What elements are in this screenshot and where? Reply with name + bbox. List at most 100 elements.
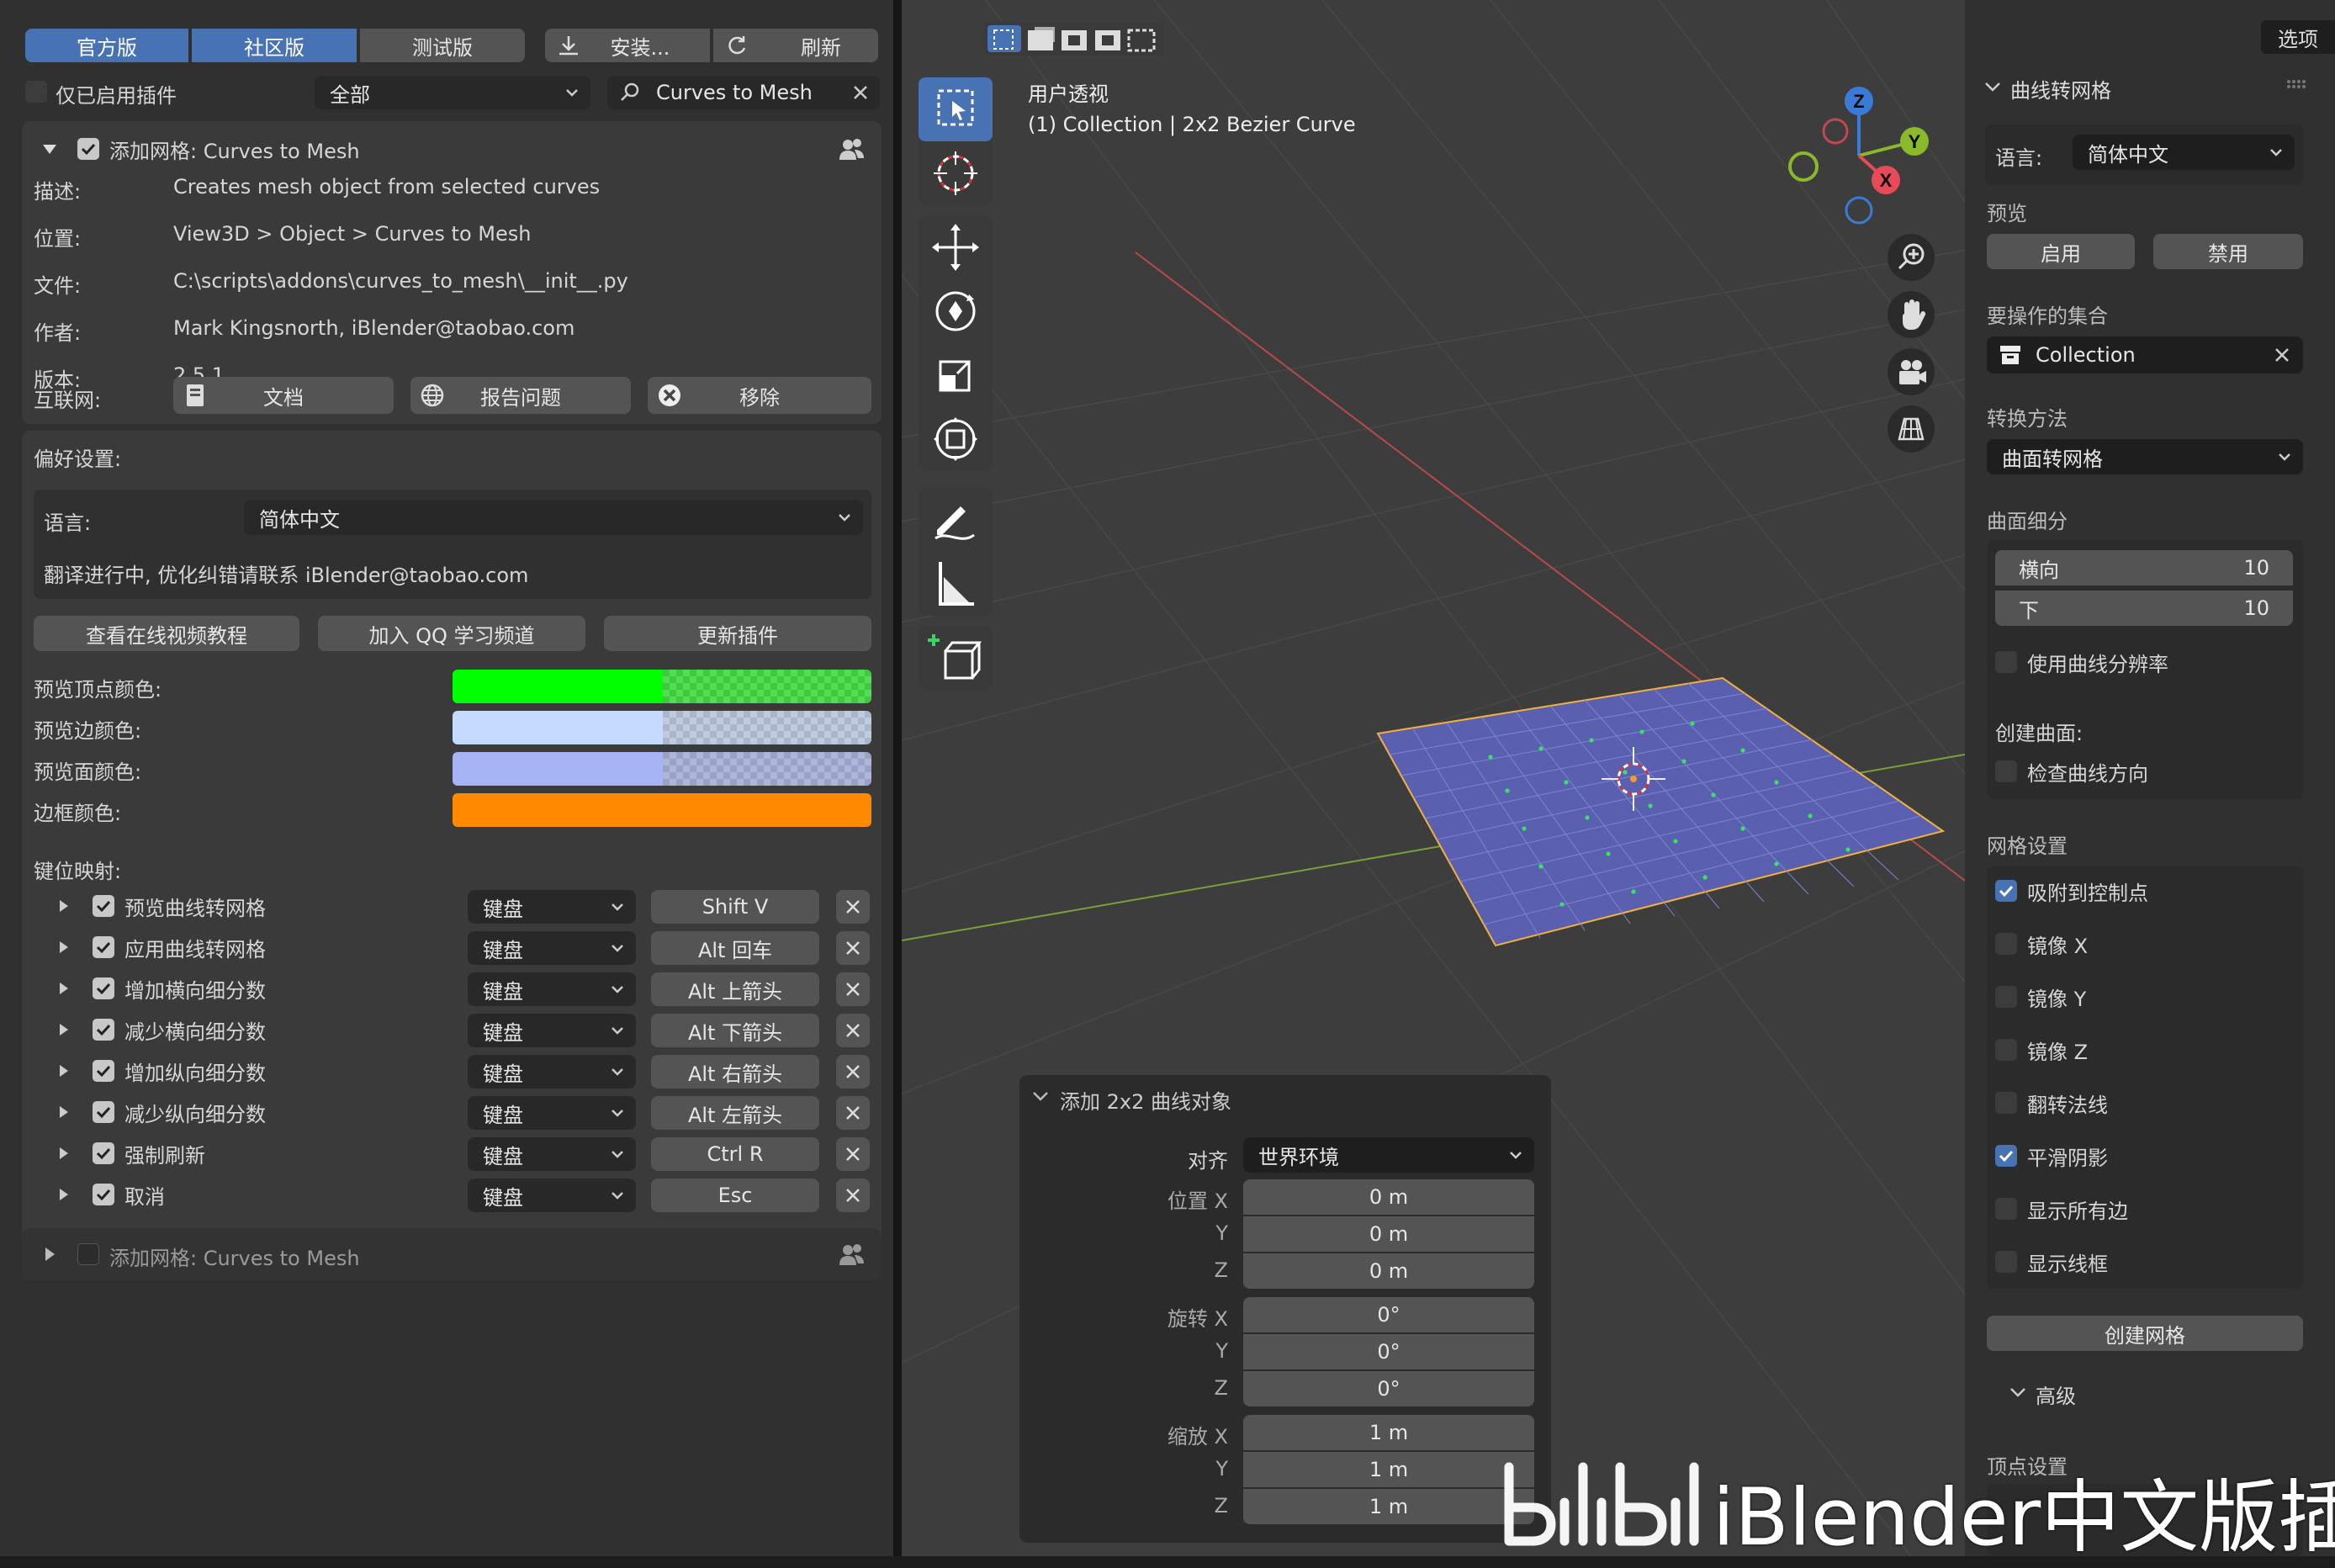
transform-tool[interactable] — [919, 407, 993, 471]
mesh-option-checkbox[interactable] — [1995, 1198, 2017, 1220]
video-tutorial-button[interactable]: 查看在线视频教程 — [34, 616, 299, 651]
keymap-expand-arrow[interactable] — [57, 981, 71, 996]
method-dropdown[interactable]: 曲面转网格 — [1987, 439, 2303, 474]
category-dropdown[interactable]: 全部 — [315, 76, 590, 109]
options-button[interactable]: 选项 — [2261, 20, 2335, 54]
join-qq-button[interactable]: 加入 QQ 学习频道 — [318, 616, 585, 651]
mesh-option-checkbox[interactable] — [1995, 1145, 2017, 1167]
mesh-option-checkbox[interactable] — [1995, 1039, 2017, 1061]
annotate-tool[interactable] — [919, 488, 993, 552]
preview-enable-button[interactable]: 启用 — [1987, 234, 2135, 269]
move-tool[interactable] — [919, 215, 993, 279]
keymap-device-dropdown[interactable]: 键盘 — [468, 931, 636, 965]
sidebar-language-dropdown[interactable]: 简体中文 — [2073, 135, 2295, 170]
keymap-key-button[interactable]: Alt 右箭头 — [651, 1055, 819, 1089]
cursor-tool[interactable] — [919, 141, 993, 205]
operator-row-value[interactable]: 0 m — [1243, 1253, 1534, 1289]
keymap-device-dropdown[interactable]: 键盘 — [468, 890, 636, 924]
panel-collapse-chevron-icon[interactable] — [1983, 77, 2002, 96]
keymap-remove-button[interactable] — [836, 1179, 870, 1212]
advanced-chevron-icon[interactable] — [2009, 1383, 2027, 1401]
operator-row-value[interactable]: 0° — [1243, 1371, 1534, 1406]
operator-panel-chevron-icon[interactable] — [1031, 1087, 1050, 1105]
keymap-key-button[interactable]: Ctrl R — [651, 1137, 819, 1171]
keymap-device-dropdown[interactable]: 键盘 — [468, 1014, 636, 1047]
clear-search-icon[interactable] — [851, 83, 870, 102]
keymap-device-dropdown[interactable]: 键盘 — [468, 1179, 636, 1212]
add-cube-tool[interactable] — [919, 626, 993, 690]
align-dropdown[interactable]: 世界环境 — [1243, 1137, 1534, 1173]
remove-button[interactable]: 移除 — [648, 377, 871, 414]
area-divider[interactable] — [893, 0, 902, 1556]
keymap-key-button[interactable]: Esc — [651, 1179, 819, 1212]
install-button[interactable]: 安装... — [545, 29, 710, 62]
keymap-remove-button[interactable] — [836, 1014, 870, 1047]
select-mode-icons[interactable] — [984, 22, 1164, 56]
tab-testing[interactable]: 测试版 — [360, 29, 525, 62]
keymap-checkbox[interactable] — [93, 1142, 114, 1164]
keymap-expand-arrow[interactable] — [57, 1146, 71, 1161]
clear-collection-icon[interactable] — [2273, 346, 2291, 364]
enabled-only-checkbox[interactable] — [25, 81, 47, 103]
keymap-checkbox[interactable] — [93, 895, 114, 917]
operator-row-value[interactable]: 1 m — [1243, 1489, 1534, 1524]
keymap-remove-button[interactable] — [836, 890, 870, 924]
keymap-device-dropdown[interactable]: 键盘 — [468, 1055, 636, 1089]
keymap-checkbox[interactable] — [93, 1184, 114, 1205]
panel-drag-handle-icon[interactable] — [2286, 79, 2306, 89]
keymap-checkbox[interactable] — [93, 1019, 114, 1041]
mesh-option-checkbox[interactable] — [1995, 880, 2017, 902]
rotate-tool[interactable] — [919, 279, 993, 343]
color-swatch[interactable] — [453, 711, 871, 744]
keymap-expand-arrow[interactable] — [57, 898, 71, 914]
color-swatch[interactable] — [453, 793, 871, 827]
search-input[interactable]: Curves to Mesh — [607, 76, 880, 109]
mesh-option-checkbox[interactable] — [1995, 933, 2017, 955]
keymap-device-dropdown[interactable]: 键盘 — [468, 972, 636, 1006]
horizontal-subdiv-field[interactable]: 横向 10 — [1995, 550, 2293, 585]
keymap-device-dropdown[interactable]: 键盘 — [468, 1137, 636, 1171]
check-curve-direction-checkbox[interactable] — [1995, 760, 2017, 782]
zoom-icon[interactable] — [1888, 234, 1935, 281]
operator-row-value[interactable]: 0 m — [1243, 1179, 1534, 1215]
refresh-button[interactable]: 刷新 — [713, 29, 878, 62]
keymap-remove-button[interactable] — [836, 1055, 870, 1089]
keymap-remove-button[interactable] — [836, 972, 870, 1006]
keymap-checkbox[interactable] — [93, 936, 114, 958]
update-addon-button[interactable]: 更新插件 — [604, 616, 871, 651]
documentation-button[interactable]: 文档 — [173, 377, 394, 414]
keymap-key-button[interactable]: Alt 上箭头 — [651, 972, 819, 1006]
addon-expand-arrow[interactable] — [40, 140, 59, 158]
language-dropdown[interactable]: 简体中文 — [244, 500, 863, 535]
keymap-checkbox[interactable] — [93, 977, 114, 999]
measure-tool[interactable] — [919, 552, 993, 616]
operator-row-value[interactable]: 1 m — [1243, 1415, 1534, 1450]
scale-tool[interactable] — [919, 343, 993, 407]
tab-official[interactable]: 官方版 — [25, 29, 188, 62]
advanced-label[interactable]: 高级 — [2036, 1380, 2076, 1409]
keymap-expand-arrow[interactable] — [57, 1187, 71, 1202]
navigation-gizmo[interactable]: Z Y X — [1775, 76, 1943, 236]
keymap-remove-button[interactable] — [836, 931, 870, 965]
keymap-remove-button[interactable] — [836, 1137, 870, 1171]
keymap-device-dropdown[interactable]: 键盘 — [468, 1096, 636, 1130]
keymap-key-button[interactable]: Alt 下箭头 — [651, 1014, 819, 1047]
keymap-checkbox[interactable] — [93, 1060, 114, 1082]
mesh-option-checkbox[interactable] — [1995, 1092, 2017, 1114]
keymap-key-button[interactable]: Shift V — [651, 890, 819, 924]
addon-enabled-checkbox[interactable] — [77, 138, 99, 160]
keymap-expand-arrow[interactable] — [57, 1063, 71, 1078]
keymap-key-button[interactable]: Alt 回车 — [651, 931, 819, 965]
mesh-option-checkbox[interactable] — [1995, 986, 2017, 1008]
vertical-subdiv-field[interactable]: 下 10 — [1995, 591, 2293, 626]
keymap-expand-arrow[interactable] — [57, 1104, 71, 1120]
color-swatch[interactable] — [453, 670, 871, 703]
mesh-option-checkbox[interactable] — [1995, 1251, 2017, 1273]
create-mesh-button[interactable]: 创建网格 — [1987, 1316, 2303, 1351]
select-box-tool[interactable] — [919, 77, 993, 141]
operator-row-value[interactable]: 0° — [1243, 1297, 1534, 1332]
camera-icon[interactable] — [1888, 348, 1935, 395]
tab-community[interactable]: 社区版 — [192, 29, 357, 62]
color-swatch[interactable] — [453, 752, 871, 786]
preview-disable-button[interactable]: 禁用 — [2153, 234, 2303, 269]
